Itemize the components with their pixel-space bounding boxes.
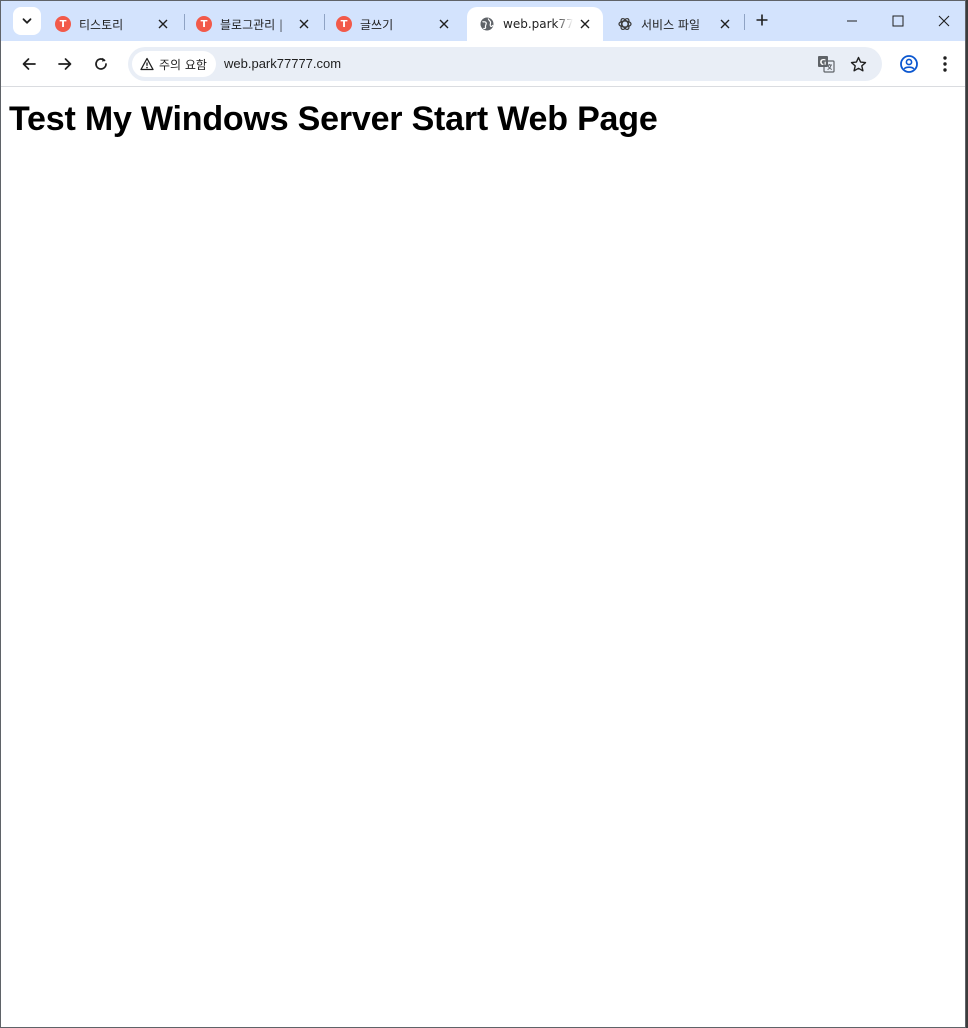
tab-strip: T 티스토리 T 블로그관리 | T 글쓰기 web.park77 서비스 파일 — [1, 1, 965, 41]
reload-button[interactable] — [85, 48, 117, 80]
security-label: 주의 요함 — [159, 57, 207, 72]
address-bar[interactable]: 주의 요함 web.park77777.com G — [128, 47, 882, 81]
tab-search-button[interactable] — [13, 7, 41, 35]
profile-button[interactable] — [897, 52, 921, 76]
page-heading: Test My Windows Server Start Web Page — [9, 100, 658, 138]
browser-toolbar: 주의 요함 web.park77777.com G — [1, 41, 965, 87]
plus-icon — [756, 14, 768, 26]
tab-service-file[interactable]: 서비스 파일 — [605, 7, 743, 41]
forward-button[interactable] — [49, 48, 81, 80]
security-chip[interactable]: 주의 요함 — [132, 51, 216, 77]
tab-separator — [744, 14, 745, 30]
close-tab-icon[interactable] — [577, 16, 593, 32]
bookmark-button[interactable] — [848, 54, 868, 74]
tab-title: 티스토리 — [79, 17, 124, 32]
minimize-button[interactable] — [829, 1, 875, 41]
minimize-icon — [847, 20, 857, 22]
tistory-icon: T — [55, 16, 71, 32]
svg-text:G: G — [820, 58, 827, 67]
back-button[interactable] — [13, 48, 45, 80]
tistory-icon: T — [196, 16, 212, 32]
tab-title: 서비스 파일 — [641, 17, 701, 32]
close-tab-icon[interactable] — [155, 16, 171, 32]
account-circle-icon — [900, 55, 918, 73]
browser-window: T 티스토리 T 블로그관리 | T 글쓰기 web.park77 서비스 파일… — [0, 0, 966, 1028]
maximize-icon — [892, 15, 904, 27]
close-tab-icon[interactable] — [436, 16, 452, 32]
translate-icon: G — [818, 56, 835, 73]
reload-icon — [95, 57, 107, 70]
tab-title: 글쓰기 — [360, 17, 394, 32]
tab-title: 블로그관리 | — [220, 17, 284, 32]
close-tab-icon[interactable] — [296, 16, 312, 32]
tistory-icon: T — [336, 16, 352, 32]
tab-blog-manage[interactable]: T 블로그관리 | — [184, 7, 322, 41]
globe-icon — [479, 16, 495, 32]
tab-write[interactable]: T 글쓰기 — [324, 7, 462, 41]
arrow-left-icon — [22, 58, 36, 70]
more-vert-icon — [943, 56, 947, 72]
openai-icon — [617, 16, 633, 32]
chevron-down-icon — [22, 18, 32, 24]
close-window-button[interactable] — [921, 1, 965, 41]
tab-title: web.park77777.com — [503, 17, 573, 31]
maximize-button[interactable] — [875, 1, 921, 41]
close-icon — [938, 15, 950, 27]
page-viewport: Test My Windows Server Start Web Page — [1, 88, 965, 1027]
new-tab-button[interactable] — [751, 9, 773, 31]
warning-icon — [140, 57, 154, 71]
star-icon — [850, 56, 866, 71]
menu-button[interactable] — [933, 52, 957, 76]
arrow-right-icon — [58, 58, 72, 70]
tab-tistory[interactable]: T 티스토리 — [43, 7, 181, 41]
close-tab-icon[interactable] — [717, 16, 733, 32]
tab-web-park[interactable]: web.park77777.com — [467, 7, 603, 41]
url-text[interactable]: web.park77777.com — [224, 56, 341, 71]
translate-button[interactable]: G — [816, 54, 836, 74]
